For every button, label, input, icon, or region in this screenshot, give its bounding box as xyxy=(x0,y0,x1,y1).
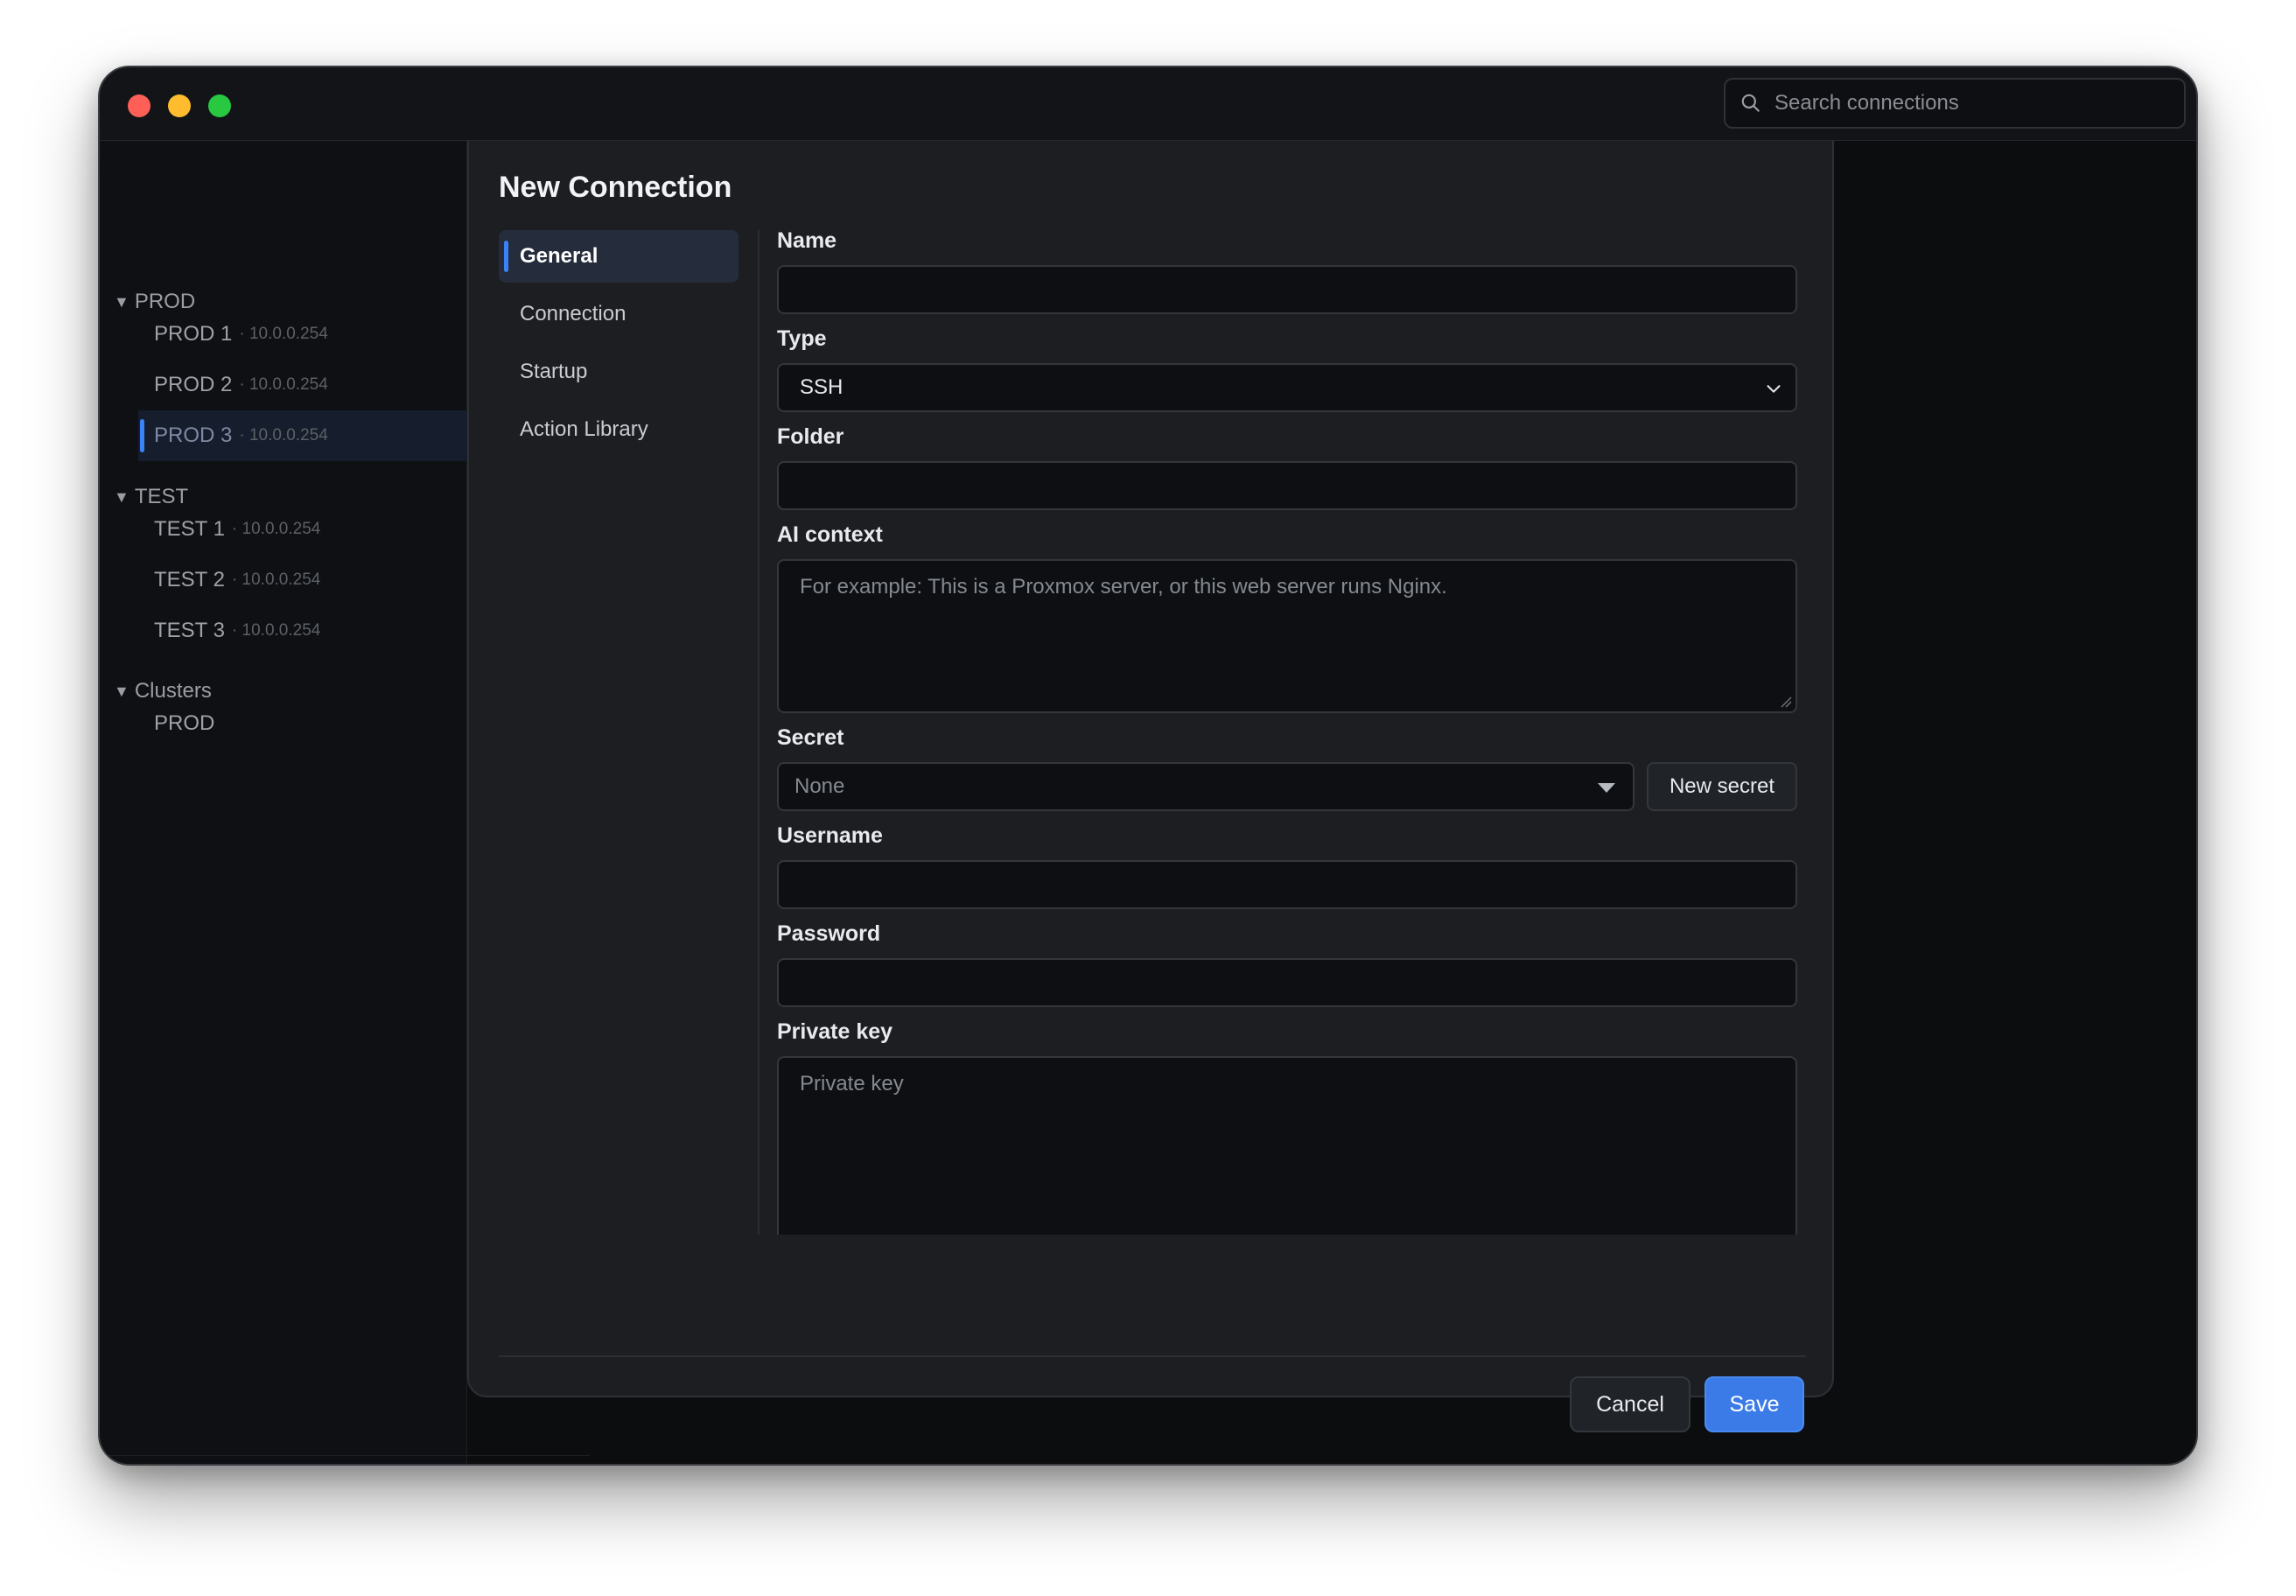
close-window-button[interactable] xyxy=(128,94,150,117)
name-label: Name xyxy=(777,228,837,253)
username-input[interactable] xyxy=(777,860,1797,909)
minimize-window-button[interactable] xyxy=(168,94,191,117)
save-button[interactable]: Save xyxy=(1704,1376,1804,1432)
password-input[interactable] xyxy=(777,958,1797,1007)
sidebar-item-prod-1[interactable]: PROD 1 · 10.0.0.254 xyxy=(138,309,471,360)
sidebar-item-cluster-prod[interactable]: PROD xyxy=(138,698,471,749)
folder-input[interactable] xyxy=(777,461,1797,510)
item-ip: · 10.0.0.254 xyxy=(231,520,321,538)
caret-down-icon: ▼ xyxy=(114,487,130,506)
item-ip: · 10.0.0.254 xyxy=(239,375,328,394)
type-value: SSH xyxy=(800,375,844,399)
ai-context-label: AI context xyxy=(777,522,883,547)
search-input[interactable] xyxy=(1774,91,2160,116)
cancel-button[interactable]: Cancel xyxy=(1570,1376,1690,1432)
chevron-down-icon xyxy=(1767,385,1781,393)
caret-down-icon: ▼ xyxy=(114,292,130,311)
resize-handle-icon[interactable] xyxy=(1780,696,1792,708)
new-secret-button[interactable]: New secret xyxy=(1647,762,1797,811)
ai-context-textarea[interactable]: For example: This is a Proxmox server, o… xyxy=(777,559,1797,713)
type-label: Type xyxy=(777,326,827,351)
tab-action-library[interactable]: Action Library xyxy=(499,403,738,456)
item-ip: · 10.0.0.254 xyxy=(239,325,328,343)
sidebar-item-prod-3[interactable]: PROD 3 · 10.0.0.254 xyxy=(138,410,471,461)
caret-down-icon: ▼ xyxy=(114,682,130,700)
item-label: TEST 1 xyxy=(154,517,225,541)
item-label: PROD xyxy=(154,711,215,735)
app-window: ▼ PROD PROD 1 · 10.0.0.254 PROD 2 · 10.0.0.… xyxy=(98,66,2198,1466)
ai-context-placeholder: For example: This is a Proxmox server, o… xyxy=(800,575,1447,598)
type-select[interactable]: SSH xyxy=(777,363,1797,412)
dialog-title: New Connection xyxy=(499,171,732,204)
item-ip: · 10.0.0.254 xyxy=(239,426,328,444)
bottom-toolbar: + ⁺₊ xyxy=(100,1455,590,1464)
private-key-textarea[interactable]: Private key xyxy=(777,1056,1797,1235)
sidebar-item-test-2[interactable]: TEST 2 · 10.0.0.254 xyxy=(138,555,471,606)
maximize-window-button[interactable] xyxy=(208,94,231,117)
folder-label: Folder xyxy=(777,424,844,449)
tab-startup[interactable]: Startup xyxy=(499,346,738,398)
footer-divider xyxy=(499,1355,1806,1357)
titlebar xyxy=(100,67,2196,141)
search-icon xyxy=(1741,94,1760,112)
sidebar-item-test-1[interactable]: TEST 1 · 10.0.0.254 xyxy=(138,504,471,555)
nav-divider xyxy=(758,230,760,1235)
item-label: PROD 3 xyxy=(154,424,233,447)
username-label: Username xyxy=(777,823,883,848)
item-label: TEST 2 xyxy=(154,568,225,592)
secret-label: Secret xyxy=(777,725,844,750)
private-key-label: Private key xyxy=(777,1019,893,1044)
sidebar-item-test-3[interactable]: TEST 3 · 10.0.0.254 xyxy=(138,606,471,656)
secret-value: None xyxy=(794,774,845,798)
dropdown-triangle-icon xyxy=(1598,783,1615,793)
item-label: TEST 3 xyxy=(154,619,225,642)
item-label: PROD 1 xyxy=(154,322,233,346)
tab-general[interactable]: General xyxy=(499,230,738,283)
password-label: Password xyxy=(777,921,881,946)
new-connection-dialog: New Connection General Connection Startu… xyxy=(467,141,1834,1432)
private-key-placeholder: Private key xyxy=(800,1072,904,1096)
tab-connection[interactable]: Connection xyxy=(499,288,738,340)
item-ip: · 10.0.0.254 xyxy=(231,621,321,640)
name-input[interactable] xyxy=(777,265,1797,314)
general-form: Name Type SSH Folder AI context For exam… xyxy=(777,228,1797,1235)
dialog-nav: General Connection Startup Action Librar… xyxy=(499,230,738,461)
connections-sidebar: ▼ PROD PROD 1 · 10.0.0.254 PROD 2 · 10.0.0.… xyxy=(100,141,590,1464)
secret-select[interactable]: None xyxy=(777,762,1634,811)
item-label: PROD 2 xyxy=(154,373,233,396)
sidebar-item-prod-2[interactable]: PROD 2 · 10.0.0.254 xyxy=(138,360,471,410)
item-ip: · 10.0.0.254 xyxy=(231,570,321,589)
search-box[interactable] xyxy=(1724,78,2186,129)
